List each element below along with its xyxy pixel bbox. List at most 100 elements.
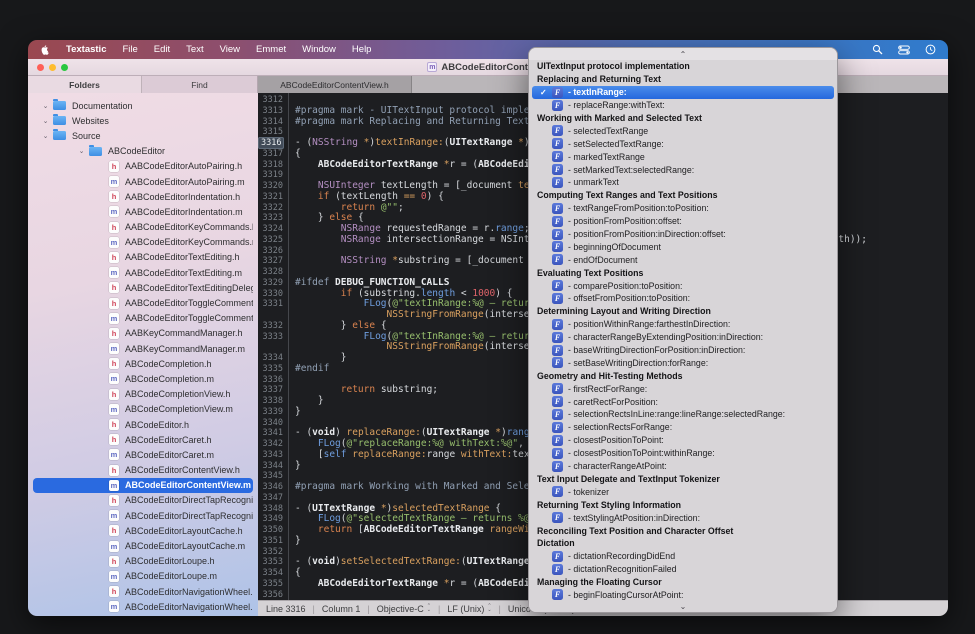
symbol-item[interactable]: ✓F - firstRectForRange: bbox=[532, 382, 834, 395]
apple-menu-icon[interactable] bbox=[40, 44, 50, 56]
sidebar-file-abcodeeditorcontentview-m[interactable]: m ABCodeEditorContentView.m bbox=[33, 477, 253, 493]
status-objective-c[interactable]: Objective-C ⌃ ⌄ bbox=[377, 603, 431, 613]
popover-scroll-up[interactable]: ⌃ bbox=[529, 48, 837, 60]
symbol-item[interactable]: ✓F - replaceRange:withText: bbox=[532, 99, 834, 112]
menu-item-help[interactable]: Help bbox=[352, 44, 372, 55]
search-icon[interactable] bbox=[872, 44, 883, 55]
tab-find[interactable]: Find bbox=[142, 76, 258, 93]
menu-item-textastic[interactable]: Textastic bbox=[66, 44, 106, 55]
symbol-item[interactable]: ✓F - textRangeFromPosition:toPosition: bbox=[532, 202, 834, 215]
symbol-item[interactable]: ✓F - selectionRectsInLine:range:lineRange… bbox=[532, 408, 834, 421]
sidebar-folder-documentation[interactable]: ⌄ Documentation bbox=[33, 98, 253, 113]
sidebar-file-aabcodeeditortextediting-m[interactable]: m AABCodeEditorTextEditing.m bbox=[33, 265, 253, 280]
symbol-item[interactable]: ✓F - positionFromPosition:inDirection:off… bbox=[532, 228, 834, 241]
sidebar-file-aabkeycommandmanager-m[interactable]: m AABKeyCommandManager.m bbox=[33, 341, 253, 356]
symbol-item[interactable]: ✓F - markedTextRange bbox=[532, 150, 834, 163]
sidebar-file-abcodecompletionview-m[interactable]: m ABCodeCompletionView.m bbox=[33, 402, 253, 417]
menu-item-view[interactable]: View bbox=[220, 44, 240, 55]
line-number: 3336 bbox=[262, 374, 283, 385]
status-lf-unix-[interactable]: LF (Unix) ⌃ ⌄ bbox=[447, 603, 491, 613]
sidebar-file-abcodecompletionview-h[interactable]: h ABCodeCompletionView.h bbox=[33, 387, 253, 402]
sidebar-file-aabcodeeditorautopairing-m[interactable]: m AABCodeEditorAutoPairing.m bbox=[33, 174, 253, 189]
sidebar-file-aabcodeeditorkeycommands-m[interactable]: m AABCodeEditorKeyCommands.m bbox=[33, 235, 253, 250]
minimize-window-button[interactable] bbox=[49, 64, 56, 71]
clock-icon[interactable] bbox=[925, 44, 936, 55]
symbol-item[interactable]: ✓F - offsetFromPosition:toPosition: bbox=[532, 292, 834, 305]
sidebar-file-aabcodeeditortogglecomment-m[interactable]: m AABCodeEditorToggleComment.m bbox=[33, 311, 253, 326]
checkmark-icon: ✓ bbox=[540, 242, 552, 251]
symbol-item[interactable]: ✓F - selectedTextRange bbox=[532, 124, 834, 137]
sidebar-file-aabcodeeditortexteditingdelegate-h[interactable]: h AABCodeEditorTextEditingDelegate.h bbox=[33, 280, 253, 295]
symbol-item[interactable]: ✓F - tokenizer bbox=[532, 485, 834, 498]
sidebar-file-abcodecompletion-h[interactable]: h ABCodeCompletion.h bbox=[33, 356, 253, 371]
sidebar-file-abcodeeditorlayoutcache-h[interactable]: h ABCodeEditorLayoutCache.h bbox=[33, 523, 253, 538]
symbol-item[interactable]: ✓F - baseWritingDirectionForPosition:inDi… bbox=[532, 344, 834, 357]
sidebar-file-abcodeeditorcontentview-h[interactable]: h ABCodeEditorContentView.h bbox=[33, 463, 253, 478]
popover-scroll-down[interactable]: ⌄ bbox=[529, 600, 837, 612]
sidebar-file-abcodeeditorloupe-m[interactable]: m ABCodeEditorLoupe.m bbox=[33, 569, 253, 584]
symbol-item[interactable]: ✓F - caretRectForPosition: bbox=[532, 395, 834, 408]
symbol-item[interactable]: ✓F - beginningOfDocument bbox=[532, 240, 834, 253]
symbol-item[interactable]: ✓F - characterRangeByExtendingPosition:in… bbox=[532, 331, 834, 344]
disclosure-chevron-icon[interactable]: ⌄ bbox=[41, 117, 50, 125]
disclosure-chevron-icon[interactable]: ⌄ bbox=[41, 102, 50, 110]
menu-item-emmet[interactable]: Emmet bbox=[256, 44, 286, 55]
sidebar-file-aabcodeeditortogglecomment-h[interactable]: h AABCodeEditorToggleComment.h bbox=[33, 295, 253, 310]
sidebar-folder-websites[interactable]: ⌄ Websites bbox=[33, 113, 253, 128]
sidebar-file-abcodeeditor-h[interactable]: h ABCodeEditor.h bbox=[33, 417, 253, 432]
tab-abcodeeditorcontentview-h[interactable]: ABCodeEditorContentView.h bbox=[258, 76, 412, 93]
tab-folders[interactable]: Folders bbox=[28, 76, 142, 93]
symbol-item[interactable]: ✓F - dictationRecordingDidEnd bbox=[532, 550, 834, 563]
symbol-item[interactable]: ✓F - comparePosition:toPosition: bbox=[532, 279, 834, 292]
disclosure-chevron-icon[interactable]: ⌄ bbox=[77, 147, 86, 155]
sidebar-folder-source[interactable]: ⌄ Source bbox=[33, 128, 253, 143]
checkmark-icon: ✓ bbox=[540, 126, 552, 135]
function-icon: F bbox=[552, 383, 563, 395]
line-number: 3330 bbox=[262, 288, 283, 299]
symbol-item[interactable]: ✓F - endOfDocument bbox=[532, 253, 834, 266]
symbol-label: - caretRectForPosition: bbox=[568, 396, 658, 407]
symbol-item[interactable]: ✓F - dictationRecognitionFailed bbox=[532, 563, 834, 576]
sidebar-file-aabcodeeditorkeycommands-h[interactable]: h AABCodeEditorKeyCommands.h bbox=[33, 220, 253, 235]
symbol-item[interactable]: ✓F - setSelectedTextRange: bbox=[532, 137, 834, 150]
sidebar-file-abcodeeditorcaret-h[interactable]: h ABCodeEditorCaret.h bbox=[33, 432, 253, 447]
control-center-icon[interactable] bbox=[898, 45, 910, 55]
sidebar-file-aabkeycommandmanager-h[interactable]: h AABKeyCommandManager.h bbox=[33, 326, 253, 341]
sidebar-file-abcodeeditordirecttaprecognizer-h[interactable]: h ABCodeEditorDirectTapRecognizer.h bbox=[33, 493, 253, 508]
symbol-item[interactable]: ✓F - textStylingAtPosition:inDirection: bbox=[532, 511, 834, 524]
menu-item-window[interactable]: Window bbox=[302, 44, 336, 55]
sidebar-file-aabcodeeditorindentation-h[interactable]: h AABCodeEditorIndentation.h bbox=[33, 189, 253, 204]
symbol-item[interactable]: ✓F - selectionRectsForRange: bbox=[532, 421, 834, 434]
symbol-item[interactable]: ✓ F - textInRange: bbox=[532, 85, 834, 99]
symbol-item[interactable]: ✓F - closestPositionToPoint:withinRange: bbox=[532, 447, 834, 460]
sidebar-file-abcodeeditordirecttaprecognizer-m[interactable]: m ABCodeEditorDirectTapRecognizer.m bbox=[33, 508, 253, 523]
sidebar-file-abcodeeditorloupe-h[interactable]: h ABCodeEditorLoupe.h bbox=[33, 554, 253, 569]
m-file-icon: m bbox=[109, 267, 119, 279]
sidebar-file-abcodeeditorcaret-m[interactable]: m ABCodeEditorCaret.m bbox=[33, 447, 253, 462]
menu-item-text[interactable]: Text bbox=[186, 44, 203, 55]
sidebar-file-abcodeeditornavigationwheel-h[interactable]: h ABCodeEditorNavigationWheel.h bbox=[33, 584, 253, 599]
symbol-item[interactable]: ✓F - closestPositionToPoint: bbox=[532, 434, 834, 447]
symbol-item[interactable]: ✓F - characterRangeAtPoint: bbox=[532, 460, 834, 473]
close-window-button[interactable] bbox=[37, 64, 44, 71]
symbol-item[interactable]: ✓F - setBaseWritingDirection:forRange: bbox=[532, 356, 834, 369]
sidebar-file-aabcodeeditorautopairing-h[interactable]: h AABCodeEditorAutoPairing.h bbox=[33, 159, 253, 174]
symbol-item[interactable]: ✓F - beginFloatingCursorAtPoint: bbox=[532, 589, 834, 600]
menu-item-file[interactable]: File bbox=[122, 44, 137, 55]
sidebar-folder-abcodeeditor[interactable]: ⌄ ABCodeEditor bbox=[33, 144, 253, 159]
sidebar-file-abcodeeditorlayoutcache-m[interactable]: m ABCodeEditorLayoutCache.m bbox=[33, 538, 253, 553]
symbol-label: - firstRectForRange: bbox=[568, 383, 648, 394]
symbol-item[interactable]: ✓F - setMarkedText:selectedRange: bbox=[532, 163, 834, 176]
sidebar-file-aabcodeeditortextediting-h[interactable]: h AABCodeEditorTextEditing.h bbox=[33, 250, 253, 265]
disclosure-chevron-icon[interactable]: ⌄ bbox=[41, 132, 50, 140]
sidebar-file-abcodeeditornavigationwheel-m[interactable]: m ABCodeEditorNavigationWheel.m bbox=[33, 599, 253, 614]
symbol-item[interactable]: ✓F - unmarkText bbox=[532, 176, 834, 189]
menu-item-edit[interactable]: Edit bbox=[154, 44, 170, 55]
line-number: 3341 bbox=[262, 428, 283, 439]
sidebar-file-aabcodeeditorindentation-m[interactable]: m AABCodeEditorIndentation.m bbox=[33, 204, 253, 219]
file-label: ABCodeEditorNavigationWheel.h bbox=[125, 586, 253, 597]
zoom-window-button[interactable] bbox=[61, 64, 68, 71]
symbol-item[interactable]: ✓F - positionWithinRange:farthestInDirect… bbox=[532, 318, 834, 331]
symbol-item[interactable]: ✓F - positionFromPosition:offset: bbox=[532, 215, 834, 228]
sidebar-file-abcodecompletion-m[interactable]: m ABCodeCompletion.m bbox=[33, 371, 253, 386]
